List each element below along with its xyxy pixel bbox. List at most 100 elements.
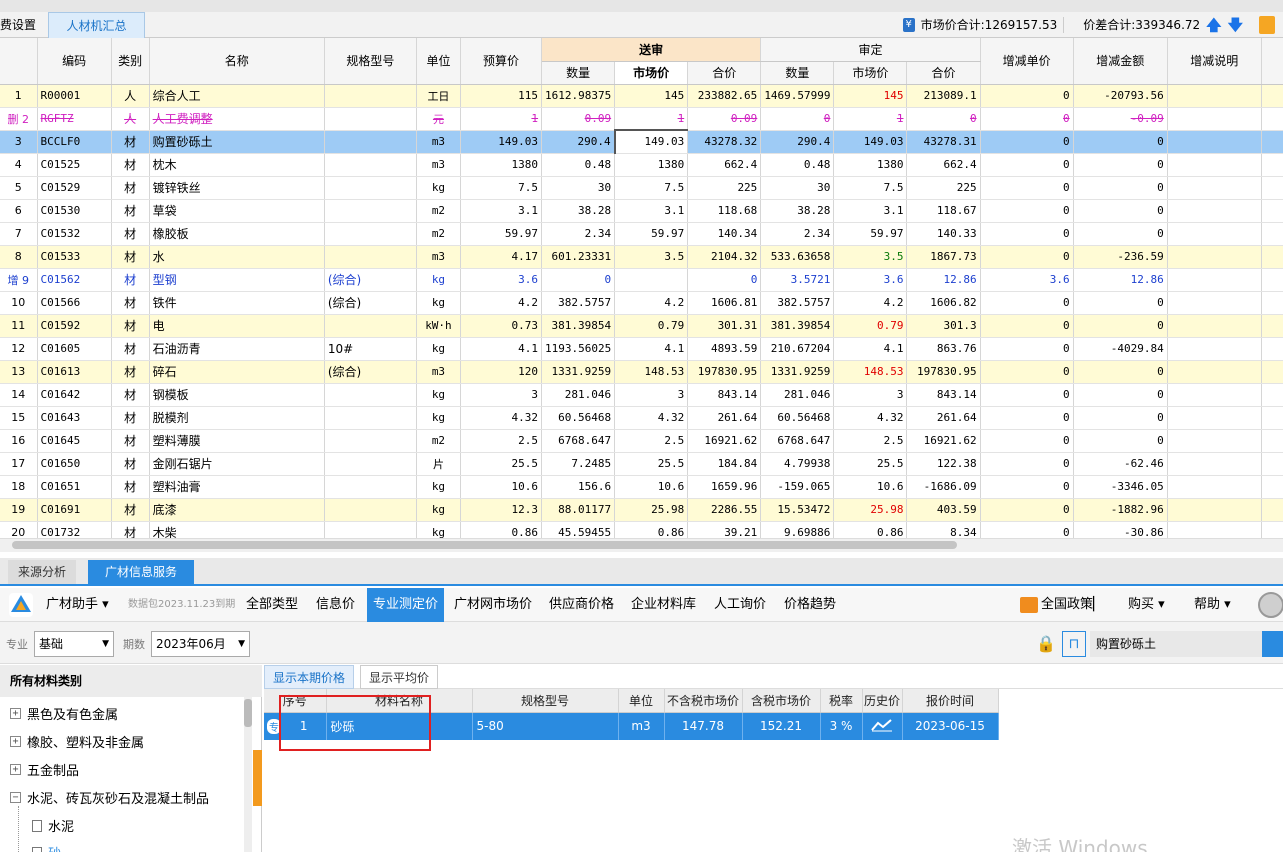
delta-unit-cell[interactable]: 0	[980, 429, 1074, 453]
shending-qty-cell[interactable]: 0.48	[760, 153, 835, 177]
ph-price-ex-tax[interactable]: 不含税市场价	[664, 689, 743, 713]
delta-note-cell[interactable]	[1167, 107, 1262, 131]
delta-amount-cell[interactable]: 0	[1073, 222, 1168, 246]
delta-unit-cell[interactable]: 0	[980, 475, 1074, 499]
category-cell[interactable]: 材	[111, 153, 150, 177]
name-cell[interactable]: 橡胶板	[149, 222, 325, 246]
name-cell[interactable]: 钢模板	[149, 383, 325, 407]
songshen-market-price-cell[interactable]: 3.5	[614, 245, 689, 269]
tab-source-analysis[interactable]: 来源分析	[8, 560, 77, 584]
songshen-qty-cell[interactable]: 60.56468	[541, 406, 616, 430]
tb-professional-price[interactable]: 专业测定价	[367, 588, 445, 622]
unit-cell[interactable]: kg	[416, 176, 461, 200]
budget-price-cell[interactable]: 3.1	[460, 199, 543, 223]
category-cell[interactable]: 材	[111, 360, 150, 384]
songshen-qty-cell[interactable]: 2.34	[541, 222, 616, 246]
songshen-qty-cell[interactable]: 601.23331	[541, 245, 616, 269]
songshen-qty-cell[interactable]: 381.39854	[541, 314, 616, 338]
delta-amount-cell[interactable]: -30.86	[1073, 521, 1168, 538]
material-search-input[interactable]: 购置砂砾土	[1090, 631, 1283, 657]
header-songshen-market-price[interactable]: 市场价	[614, 61, 689, 85]
header-shending-qty[interactable]: 数量	[760, 61, 835, 85]
budget-price-cell[interactable]: 1	[460, 107, 543, 131]
shending-total-cell[interactable]: 122.38	[906, 452, 981, 476]
songshen-qty-cell[interactable]: 0	[541, 268, 616, 292]
shending-qty-cell[interactable]: 2.34	[760, 222, 835, 246]
table-row[interactable]: 5 C01529 材镀锌铁丝 kg 7.5 30 7.5 225 30 7.5 225 0 0	[0, 176, 1283, 200]
ph-quote-date[interactable]: 报价时间	[902, 689, 999, 713]
delta-unit-cell[interactable]: 0	[980, 199, 1074, 223]
shending-total-cell[interactable]: 301.3	[906, 314, 981, 338]
table-row[interactable]: 13 C01613 材碎石 (综合) m3 120 1331.9259 148.53 19783…	[0, 360, 1283, 384]
spec-cell[interactable]	[324, 498, 417, 522]
header-songshen-total[interactable]: 合价	[687, 61, 762, 85]
shending-total-cell[interactable]: 261.64	[906, 406, 981, 430]
shending-market-price-cell[interactable]: 2.5	[833, 429, 908, 453]
songshen-market-price-cell[interactable]: 10.6	[614, 475, 689, 499]
category-cell[interactable]: 材	[111, 314, 150, 338]
songshen-market-price-cell[interactable]	[614, 268, 689, 292]
shending-market-price-cell[interactable]: 0.79	[833, 314, 908, 338]
name-cell[interactable]: 塑料油膏	[149, 475, 325, 499]
table-row[interactable]: 10 C01566 材铁件 (综合) kg 4.2 382.5757 4.2 1606.81 38…	[0, 291, 1283, 315]
name-cell[interactable]: 购置砂砾土	[149, 130, 325, 154]
name-cell[interactable]: 脱模剂	[149, 406, 325, 430]
category-cell[interactable]: 材	[111, 245, 150, 269]
delta-unit-cell[interactable]: 0	[980, 337, 1074, 361]
spec-cell[interactable]	[324, 521, 417, 538]
delta-note-cell[interactable]	[1167, 84, 1262, 108]
songshen-total-cell[interactable]: 184.84	[687, 452, 762, 476]
header-unit[interactable]: 单位	[416, 38, 461, 85]
delta-unit-cell[interactable]: 0	[980, 222, 1074, 246]
scrollbar-thumb[interactable]	[12, 541, 957, 549]
budget-price-cell[interactable]: 1380	[460, 153, 543, 177]
code-cell[interactable]: C01592	[37, 314, 112, 338]
code-cell[interactable]: C01532	[37, 222, 112, 246]
header-spec[interactable]: 规格型号	[324, 38, 417, 85]
shending-total-cell[interactable]: 1606.82	[906, 291, 981, 315]
code-cell[interactable]: C01562	[37, 268, 112, 292]
delta-unit-cell[interactable]: 0	[980, 291, 1074, 315]
delta-note-cell[interactable]	[1167, 222, 1262, 246]
songshen-qty-cell[interactable]: 88.01177	[541, 498, 616, 522]
unit-cell[interactable]: m3	[416, 245, 461, 269]
tree-item-cement-sand[interactable]: − 水泥、砖瓦灰砂石及混凝土制品	[10, 788, 209, 807]
songshen-qty-cell[interactable]: 1612.98375	[541, 84, 616, 108]
songshen-total-cell[interactable]: 1659.96	[687, 475, 762, 499]
delta-amount-cell[interactable]: -4029.84	[1073, 337, 1168, 361]
name-cell[interactable]: 塑料薄膜	[149, 429, 325, 453]
budget-price-cell[interactable]: 4.2	[460, 291, 543, 315]
table-row[interactable]: 8 C01533 材水 m3 4.17 601.23331 3.5 2104.32 533.63…	[0, 245, 1283, 269]
tab-current-price[interactable]: 显示本期价格	[264, 665, 355, 689]
panel-collapse-handle[interactable]	[253, 750, 262, 806]
delta-amount-cell[interactable]: 0	[1073, 360, 1168, 384]
shending-qty-cell[interactable]: -159.065	[760, 475, 835, 499]
delta-note-cell[interactable]	[1167, 176, 1262, 200]
budget-price-cell[interactable]: 0.86	[460, 521, 543, 538]
name-cell[interactable]: 金刚石锯片	[149, 452, 325, 476]
shending-market-price-cell[interactable]: 3	[833, 383, 908, 407]
specialty-select[interactable]: 基础 ▼	[34, 631, 114, 657]
category-cell[interactable]: 人	[111, 107, 150, 131]
shending-total-cell[interactable]: 1867.73	[906, 245, 981, 269]
category-cell[interactable]: 材	[111, 222, 150, 246]
songshen-market-price-cell[interactable]: 0.86	[614, 521, 689, 538]
shending-market-price-cell[interactable]: 10.6	[833, 475, 908, 499]
table-row[interactable]: 删 2 RGFTZ 人人工费调整元 1 0.09 1 0.09 0 1 0 0 -0.09	[0, 107, 1283, 131]
delta-amount-cell[interactable]: 0	[1073, 383, 1168, 407]
tree-item-rubber-plastic[interactable]: + 橡胶、塑料及非金属	[10, 732, 144, 751]
budget-price-cell[interactable]: 120	[460, 360, 543, 384]
name-cell[interactable]: 木柴	[149, 521, 325, 538]
shending-market-price-cell[interactable]: 4.32	[833, 406, 908, 430]
shending-total-cell[interactable]: 843.14	[906, 383, 981, 407]
spec-cell[interactable]: (综合)	[324, 360, 417, 384]
delta-amount-cell[interactable]: -62.46	[1073, 452, 1168, 476]
code-cell[interactable]: C01650	[37, 452, 112, 476]
name-cell[interactable]: 碎石	[149, 360, 325, 384]
unit-cell[interactable]: kg	[416, 268, 461, 292]
budget-price-cell[interactable]: 4.1	[460, 337, 543, 361]
songshen-total-cell[interactable]: 225	[687, 176, 762, 200]
name-cell[interactable]: 铁件	[149, 291, 325, 315]
tab-labor-material-summary[interactable]: 人材机汇总	[48, 12, 145, 38]
name-cell[interactable]: 草袋	[149, 199, 325, 223]
